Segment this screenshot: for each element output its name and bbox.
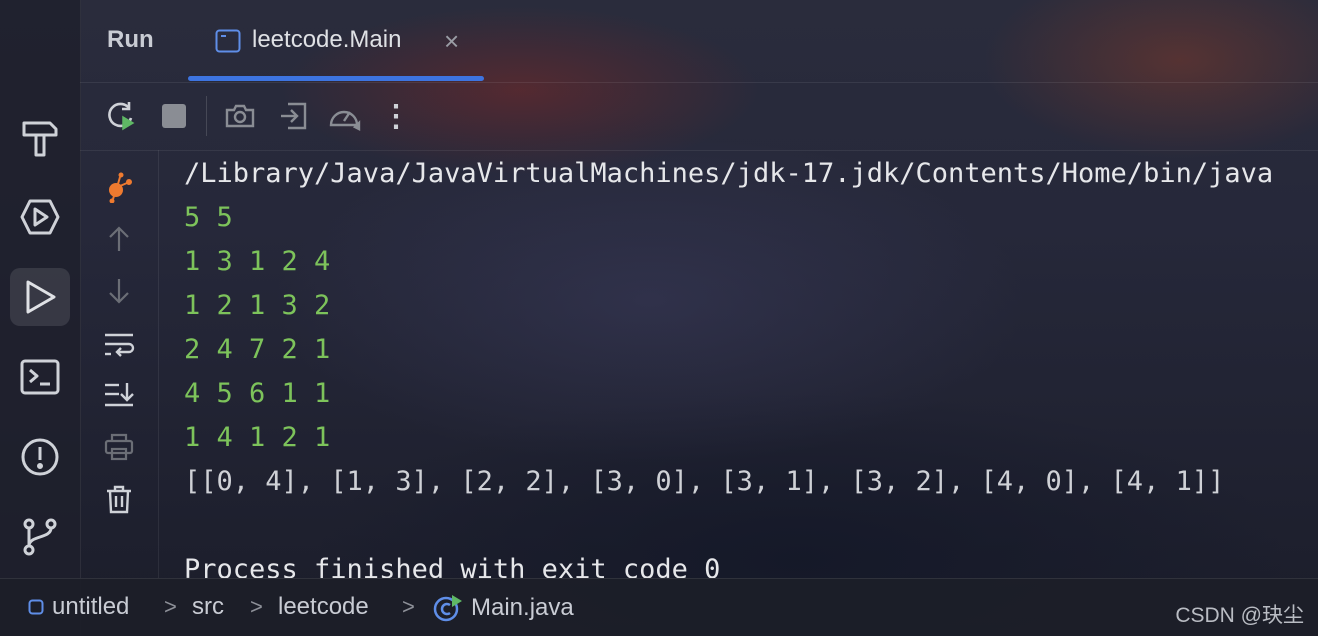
arrow-down-icon[interactable] [102,274,136,308]
scroll-to-end-icon[interactable] [102,378,136,412]
profiler-icon[interactable] [102,170,136,204]
console-gutter [80,150,159,578]
console-command-line: /Library/Java/JavaVirtualMachines/jdk-17… [184,158,1274,189]
terminal-icon[interactable] [10,348,70,406]
breadcrumb-project-label: untitled [52,593,130,620]
git-branch-icon[interactable] [10,508,70,566]
console-window-icon [215,29,241,58]
console-input-line: 1 2 1 3 2 [184,290,331,321]
console-input-line: 2 4 7 2 1 [184,334,331,365]
print-icon[interactable] [102,430,136,464]
java-class-icon [433,593,463,623]
console-output[interactable]: /Library/Java/JavaVirtualMachines/jdk-17… [184,152,1318,578]
console-input-line: 5 5 [184,202,233,233]
trash-icon[interactable] [102,482,136,516]
run-toolbar: ⋮ [80,82,1318,151]
gauge-icon[interactable] [327,99,361,133]
breadcrumb-leetcode-label: leetcode [278,593,369,620]
breadcrumb-leetcode[interactable]: leetcode [278,593,369,621]
ide-window: Run leetcode.Main × ⋮ /Library/Java/Java… [0,0,1318,636]
arrow-up-icon[interactable] [102,222,136,256]
breadcrumb-separator: > [402,594,415,619]
tab-leetcode-main[interactable]: leetcode.Main × [188,0,484,82]
csdn-watermark: CSDN @玦尘 [1175,604,1304,627]
more-options-icon[interactable]: ⋮ [379,99,413,133]
breadcrumb-src[interactable]: src [192,593,224,621]
breadcrumb-file-label: Main.java [471,594,574,621]
toolbar-separator [206,96,207,136]
console-exit-message: Process finished with exit code 0 [184,554,721,578]
console-input-line: 1 3 1 2 4 [184,246,331,277]
stop-icon[interactable] [157,99,191,133]
breadcrumb-file[interactable]: Main.java [433,593,574,623]
run-tool-icon[interactable] [10,268,70,326]
camera-icon[interactable] [223,99,257,133]
tool-window-strip [0,0,81,636]
soft-wrap-icon[interactable] [102,328,136,362]
rerun-icon[interactable] [104,99,138,133]
console-input-line: 1 4 1 2 1 [184,422,331,453]
breadcrumb-separator: > [250,594,263,619]
close-tab-icon[interactable]: × [444,28,459,54]
console-input-line: 4 5 6 1 1 [184,378,331,409]
run-panel-title: Run [107,26,154,53]
active-tab-indicator [188,76,484,81]
breadcrumb-src-label: src [192,593,224,620]
run-panel-header: Run leetcode.Main × [80,0,1318,83]
console-result-line: [[0, 4], [1, 3], [2, 2], [3, 0], [3, 1],… [184,466,1225,497]
breadcrumb-project[interactable]: untitled [28,593,129,621]
exit-icon[interactable] [276,99,310,133]
status-bar: untitled > src > leetcode > Main.java CS… [0,578,1318,636]
problems-icon[interactable] [10,428,70,486]
debug-icon[interactable] [10,188,70,246]
tab-label: leetcode.Main [252,26,402,53]
build-hammer-icon[interactable] [10,108,70,166]
module-icon [28,599,44,615]
breadcrumb-separator: > [164,594,177,619]
